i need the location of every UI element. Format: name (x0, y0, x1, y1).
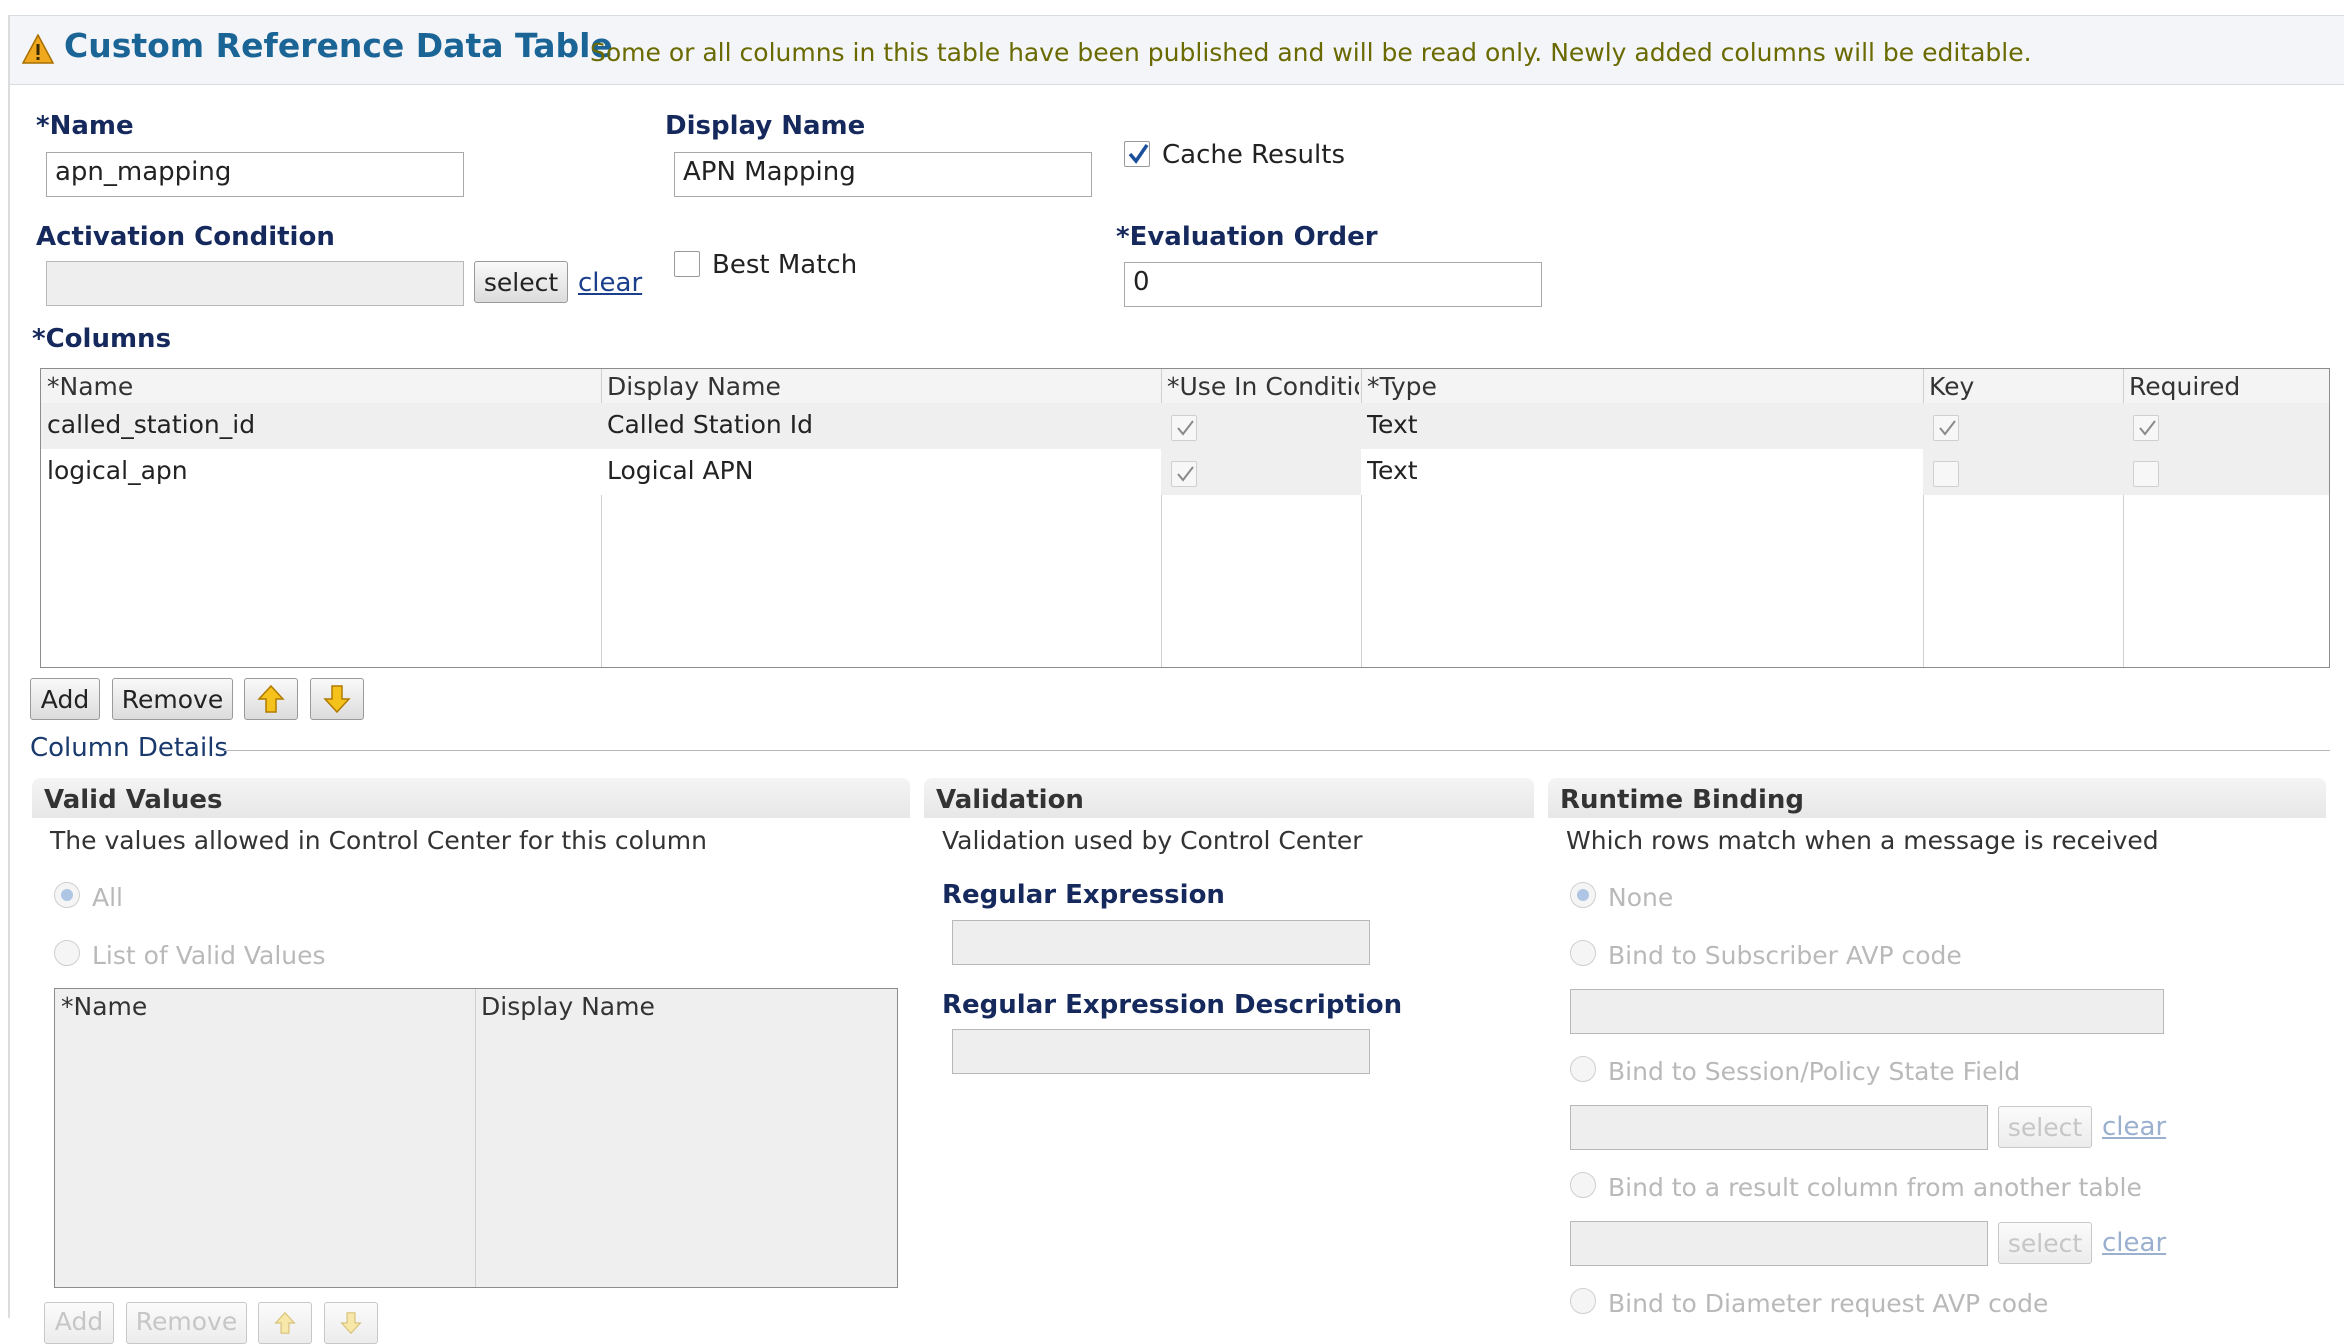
column-details-label: Column Details (30, 733, 228, 763)
key-checkbox[interactable] (1933, 415, 1959, 441)
result-column-input[interactable] (1570, 1221, 1988, 1266)
name-label: *Name (36, 111, 134, 141)
subscriber-avp-input[interactable] (1570, 989, 2164, 1034)
binding-diameter-avp-radio[interactable] (1570, 1288, 1596, 1314)
columns-label: *Columns (32, 324, 172, 354)
evaluation-order-input[interactable]: 0 (1124, 262, 1542, 307)
table-row[interactable]: called_station_id Called Station Id Text (41, 403, 2329, 449)
vv-move-up-button[interactable] (258, 1302, 312, 1344)
activation-select-button[interactable]: select (474, 261, 568, 303)
valid-values-list-radio[interactable] (54, 940, 80, 966)
cell-type: Text (1367, 456, 1418, 485)
result-column-clear-link[interactable]: clear (2102, 1228, 2166, 1258)
binding-none-label: None (1608, 883, 1674, 912)
warning-icon (22, 34, 54, 64)
binding-subscriber-avp-label: Bind to Subscriber AVP code (1608, 941, 1962, 970)
cell-display-name: Logical APN (607, 456, 754, 485)
binding-diameter-avp-label: Bind to Diameter request AVP code (1608, 1289, 2049, 1318)
use-in-condition-checkbox[interactable] (1171, 415, 1197, 441)
column-divider (475, 989, 476, 1287)
cell-display-name: Called Station Id (607, 410, 813, 439)
required-checkbox[interactable] (2133, 415, 2159, 441)
checkmark-icon (1177, 466, 1194, 482)
regex-input[interactable] (952, 920, 1370, 965)
arrow-down-icon (340, 1312, 362, 1335)
vv-header-display-name[interactable]: Display Name (481, 992, 655, 1021)
checkmark-icon (1128, 144, 1149, 164)
best-match-label: Best Match (712, 250, 858, 280)
runtime-binding-description: Which rows match when a message is recei… (1566, 826, 2159, 855)
binding-result-column-radio[interactable] (1570, 1172, 1596, 1198)
key-checkbox[interactable] (1933, 461, 1959, 487)
valid-values-description: The values allowed in Control Center for… (50, 826, 707, 855)
valid-values-all-label: All (92, 883, 123, 912)
activation-condition-input[interactable] (46, 261, 464, 306)
cell-type: Text (1367, 410, 1418, 439)
page-left-border (8, 15, 10, 1318)
col-header-display-name[interactable]: Display Name (607, 372, 1157, 401)
validation-title: Validation (936, 785, 1084, 815)
regex-description-input[interactable] (952, 1029, 1370, 1074)
checkmark-icon (2139, 420, 2156, 436)
session-policy-clear-link[interactable]: clear (2102, 1112, 2166, 1142)
binding-result-column-label: Bind to a result column from another tab… (1608, 1173, 2142, 1202)
col-header-use-in-condition[interactable]: *Use In Conditic (1167, 372, 1359, 401)
runtime-binding-title: Runtime Binding (1560, 785, 1805, 815)
cell-name: called_station_id (47, 410, 256, 439)
vv-add-button[interactable]: Add (44, 1302, 114, 1344)
result-column-select-button[interactable]: select (1998, 1222, 2092, 1264)
regex-description-label: Regular Expression Description (942, 990, 1403, 1020)
vv-header-name[interactable]: *Name (61, 992, 147, 1021)
valid-values-title: Valid Values (44, 785, 223, 815)
cache-results-label: Cache Results (1162, 140, 1346, 170)
col-header-key[interactable]: Key (1929, 372, 2119, 401)
display-name-label: Display Name (665, 111, 866, 141)
evaluation-order-label: *Evaluation Order (1116, 222, 1378, 252)
session-policy-select-button[interactable]: select (1998, 1106, 2092, 1148)
use-in-condition-checkbox[interactable] (1171, 461, 1197, 487)
checkmark-icon (1177, 420, 1194, 436)
col-header-type[interactable]: *Type (1367, 372, 1917, 401)
regex-label: Regular Expression (942, 880, 1225, 910)
cache-results-checkbox[interactable] (1124, 141, 1150, 167)
validation-description: Validation used by Control Center (942, 826, 1363, 855)
binding-none-radio[interactable] (1570, 882, 1596, 908)
read-only-notice: Some or all columns in this table have b… (590, 38, 2032, 67)
page-title: Custom Reference Data Table (64, 26, 613, 65)
activation-condition-label: Activation Condition (36, 222, 335, 252)
vv-remove-button[interactable]: Remove (126, 1302, 247, 1344)
valid-values-table: *Name Display Name (54, 988, 898, 1288)
binding-session-policy-radio[interactable] (1570, 1056, 1596, 1082)
arrow-down-icon (323, 685, 351, 714)
binding-session-policy-label: Bind to Session/Policy State Field (1608, 1057, 2021, 1086)
session-policy-input[interactable] (1570, 1105, 1988, 1150)
columns-table: *Name Display Name *Use In Conditic *Typ… (40, 368, 2330, 668)
display-name-input[interactable]: APN Mapping (674, 152, 1092, 197)
checkmark-icon (1939, 420, 1956, 436)
arrow-up-icon (257, 684, 285, 713)
table-row[interactable]: logical_apn Logical APN Text (41, 449, 2329, 495)
valid-values-all-radio[interactable] (54, 882, 80, 908)
move-up-button[interactable] (244, 678, 298, 720)
name-input[interactable]: apn_mapping (46, 152, 464, 197)
column-details-divider (224, 750, 2330, 751)
valid-values-list-label: List of Valid Values (92, 941, 326, 970)
col-header-required[interactable]: Required (2129, 372, 2319, 401)
remove-column-button[interactable]: Remove (112, 678, 233, 720)
activation-clear-link[interactable]: clear (578, 268, 642, 298)
best-match-checkbox[interactable] (674, 251, 700, 277)
arrow-up-icon (274, 1311, 296, 1334)
col-header-name[interactable]: *Name (47, 372, 597, 401)
readonly-cell-bg (1923, 449, 2329, 495)
binding-subscriber-avp-radio[interactable] (1570, 940, 1596, 966)
move-down-button[interactable] (310, 678, 364, 720)
vv-move-down-button[interactable] (324, 1302, 378, 1344)
required-checkbox[interactable] (2133, 461, 2159, 487)
add-column-button[interactable]: Add (30, 678, 100, 720)
cell-name: logical_apn (47, 456, 188, 485)
